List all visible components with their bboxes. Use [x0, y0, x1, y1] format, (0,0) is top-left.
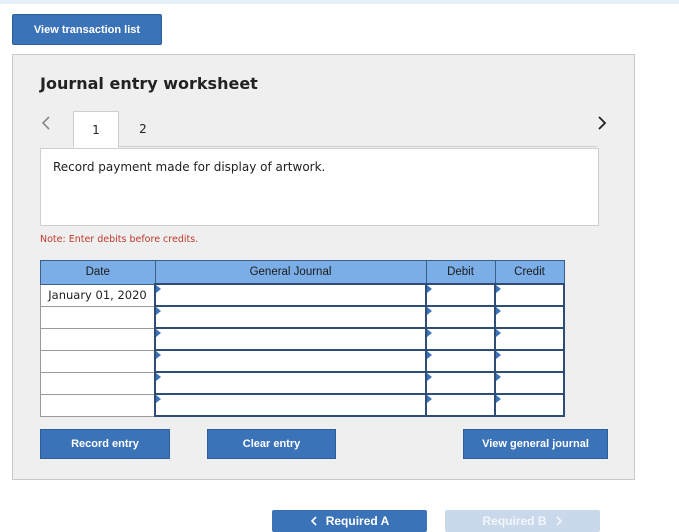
required-a-label: Required A: [325, 514, 390, 528]
date-cell[interactable]: January 01, 2020: [40, 283, 156, 307]
chevron-left-icon: [310, 516, 317, 526]
debit-input[interactable]: [425, 393, 496, 417]
entry-description: Record payment made for display of artwo…: [40, 148, 599, 226]
account-select[interactable]: [154, 349, 427, 373]
entry-description-text: Record payment made for display of artwo…: [53, 160, 326, 174]
debit-input[interactable]: [425, 371, 496, 395]
tab-1[interactable]: 1: [73, 111, 119, 148]
column-header-date: Date: [40, 260, 156, 285]
top-strip: [0, 0, 679, 4]
date-cell[interactable]: [40, 349, 156, 373]
table-row: [40, 327, 565, 351]
worksheet-title: Journal entry worksheet: [40, 74, 258, 93]
date-cell[interactable]: [40, 305, 156, 329]
account-select[interactable]: [154, 305, 427, 329]
credit-input[interactable]: [494, 371, 565, 395]
journal-table: Date General Journal Debit Credit Januar…: [40, 260, 565, 417]
credit-input[interactable]: [494, 283, 565, 307]
view-transaction-list-button[interactable]: View transaction list: [12, 14, 162, 45]
note-text: Note: Enter debits before credits.: [40, 234, 199, 245]
account-select[interactable]: [154, 371, 427, 395]
debit-input[interactable]: [425, 327, 496, 351]
account-select[interactable]: [154, 327, 427, 351]
table-row: [40, 349, 565, 373]
table-row: [40, 305, 565, 329]
table-header-row: Date General Journal Debit Credit: [40, 260, 565, 285]
debit-input[interactable]: [425, 283, 496, 307]
credit-input[interactable]: [494, 349, 565, 373]
table-row: [40, 393, 565, 417]
view-general-journal-button[interactable]: View general journal: [463, 429, 608, 459]
account-select[interactable]: [154, 393, 427, 417]
table-row: [40, 371, 565, 395]
chevron-right-icon: [555, 516, 562, 526]
chevron-right-icon[interactable]: [593, 115, 609, 131]
table-row: January 01, 2020: [40, 283, 565, 307]
tab-2[interactable]: 2: [120, 111, 166, 147]
column-header-credit: Credit: [494, 260, 565, 285]
date-cell[interactable]: [40, 327, 156, 351]
date-cell[interactable]: [40, 393, 156, 417]
chevron-left-icon[interactable]: [39, 115, 55, 131]
required-b-label: Required B: [482, 514, 547, 528]
record-entry-button[interactable]: Record entry: [40, 429, 170, 459]
clear-entry-button[interactable]: Clear entry: [207, 429, 336, 459]
journal-entry-worksheet-panel: Journal entry worksheet 1 2 Record payme…: [12, 54, 635, 480]
date-cell[interactable]: [40, 371, 156, 395]
credit-input[interactable]: [494, 327, 565, 351]
column-header-general-journal: General Journal: [154, 260, 427, 285]
credit-input[interactable]: [494, 305, 565, 329]
debit-input[interactable]: [425, 349, 496, 373]
column-header-debit: Debit: [425, 260, 496, 285]
credit-input[interactable]: [494, 393, 565, 417]
debit-input[interactable]: [425, 305, 496, 329]
account-select[interactable]: [154, 283, 427, 307]
